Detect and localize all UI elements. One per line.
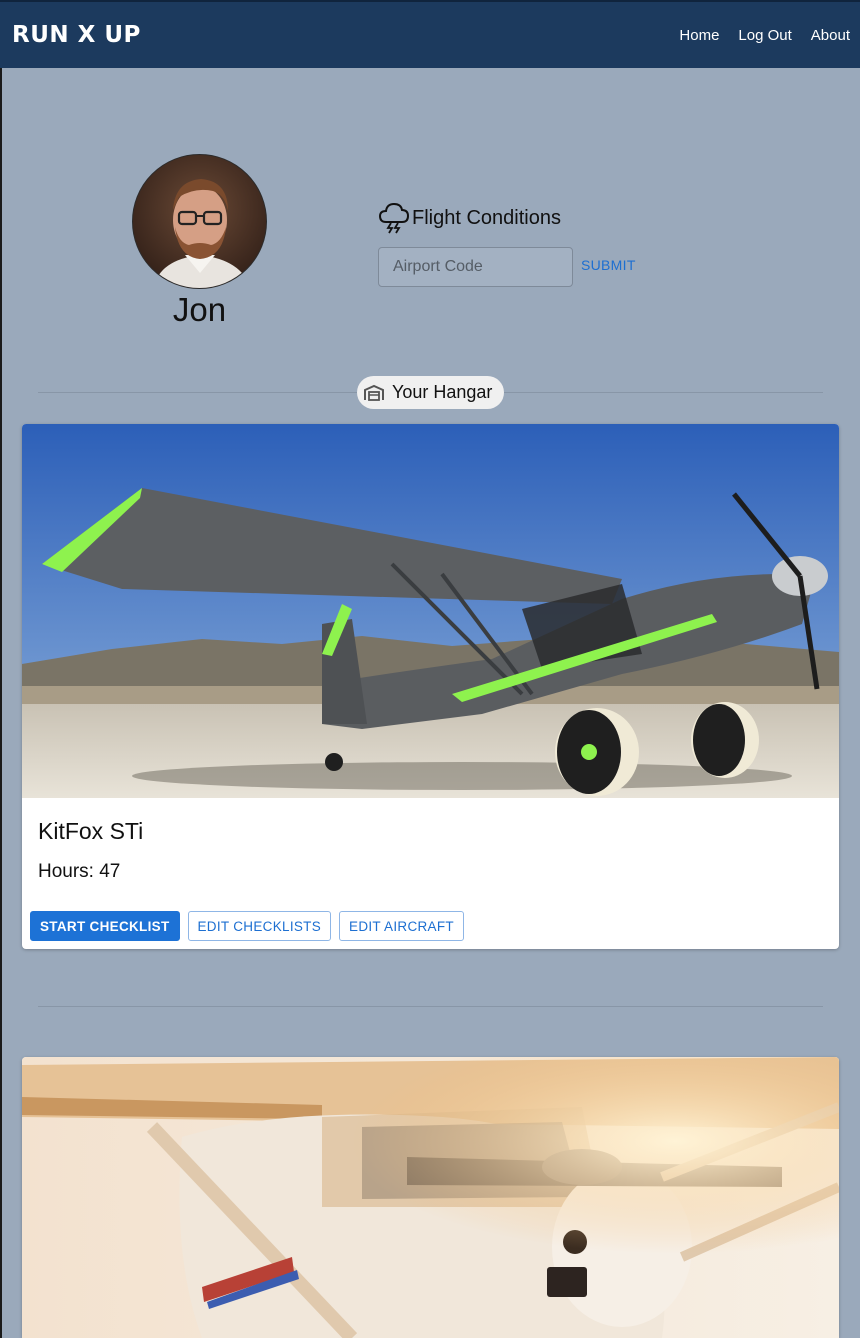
- flight-conditions-title: Flight Conditions: [412, 206, 561, 229]
- nav-home-link[interactable]: Home: [679, 27, 719, 44]
- flight-conditions-panel: Flight Conditions SUBMIT: [378, 200, 636, 287]
- airport-code-input[interactable]: [378, 247, 573, 287]
- card-divider: [38, 1006, 823, 1007]
- aircraft-card-2: [22, 1057, 839, 1338]
- hangar-label: Your Hangar: [392, 382, 493, 402]
- profile-section: Jon: [132, 154, 267, 329]
- window-edge: [0, 0, 2, 1338]
- nav-links: Home Log Out About: [679, 27, 850, 44]
- storm-cloud-icon: [378, 202, 410, 234]
- airport-form: SUBMIT: [378, 247, 636, 287]
- user-name: Jon: [172, 291, 227, 328]
- hangar-chip: Your Hangar: [357, 376, 505, 409]
- brand-logo[interactable]: RUN X UP: [12, 22, 141, 48]
- aircraft-hours: Hours: 47: [38, 861, 121, 882]
- nav-logout-link[interactable]: Log Out: [738, 27, 791, 44]
- edit-aircraft-button[interactable]: EDIT AIRCRAFT: [339, 911, 464, 941]
- flight-conditions-heading: Flight Conditions: [378, 200, 636, 236]
- aircraft-photo: [22, 424, 839, 798]
- edit-checklists-button[interactable]: EDIT CHECKLISTS: [187, 911, 332, 941]
- submit-button[interactable]: SUBMIT: [581, 257, 636, 273]
- aircraft-card-actions: START CHECKLIST EDIT CHECKLISTS EDIT AIR…: [22, 883, 839, 949]
- navbar: RUN X UP Home Log Out About: [0, 0, 860, 68]
- aircraft-photo-2: [22, 1057, 839, 1338]
- garage-icon: [364, 384, 384, 401]
- aircraft-name: KitFox STi: [38, 818, 144, 844]
- avatar: [132, 154, 267, 289]
- nav-about-link[interactable]: About: [811, 27, 850, 44]
- aircraft-card-content: KitFox STi Hours: 47: [22, 798, 839, 883]
- start-checklist-button[interactable]: START CHECKLIST: [30, 911, 180, 941]
- aircraft-card: KitFox STi Hours: 47 START CHECKLIST EDI…: [22, 424, 839, 949]
